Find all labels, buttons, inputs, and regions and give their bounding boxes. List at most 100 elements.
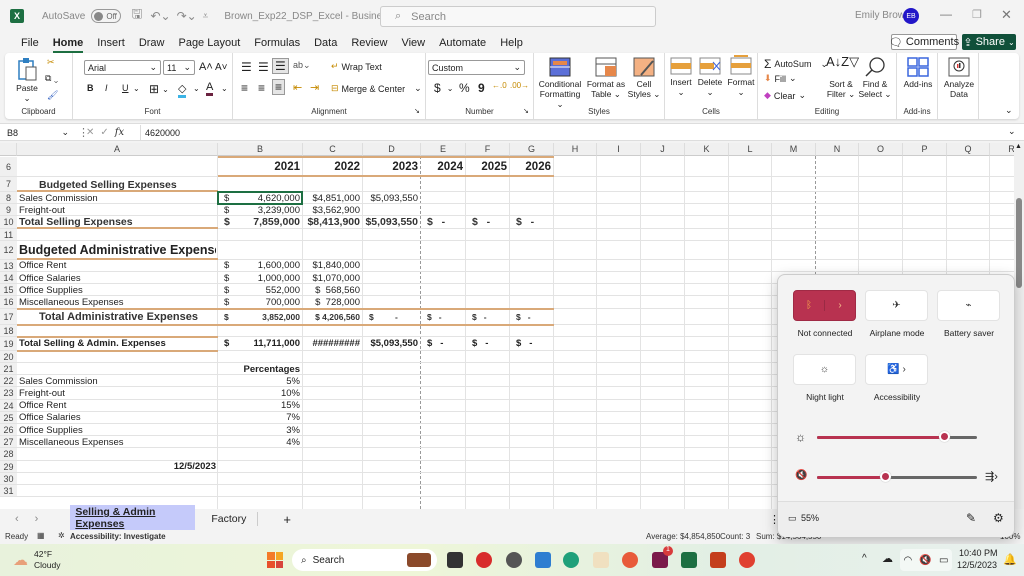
file-explorer-icon[interactable] <box>535 552 551 568</box>
cell-A23[interactable]: Freight-out <box>19 387 216 399</box>
minimize-button[interactable]: — <box>940 7 952 21</box>
row-header[interactable]: 26 <box>0 424 17 437</box>
align-left-icon[interactable]: ≡ <box>241 81 248 95</box>
wrap-text-button[interactable]: ↵ Wrap Text <box>331 61 382 72</box>
clear-button[interactable]: ◆ Clear ⌄ <box>764 90 806 101</box>
teams-icon[interactable]: 1 <box>652 546 673 568</box>
taskbar-search[interactable]: ⌕ Search <box>292 549 437 571</box>
tab-formulas[interactable]: Formulas <box>247 37 307 49</box>
cell-A19[interactable]: Total Selling & Admin. Expenses <box>19 337 216 351</box>
cell-G6[interactable]: 2026 <box>512 157 551 177</box>
cell-A17[interactable]: Total Administrative Expenses <box>39 309 236 325</box>
row-header[interactable]: 29 <box>0 460 17 473</box>
font-color-icon[interactable]: A <box>206 81 214 96</box>
task-view-icon[interactable] <box>447 552 463 568</box>
file-title[interactable]: Brown_Exp22_DSP_Excel - Business <box>224 11 392 22</box>
column-header-B[interactable]: B <box>218 143 303 156</box>
airplane-mode-tile[interactable]: ✈ <box>865 290 928 321</box>
cell-A27[interactable]: Miscellaneous Expenses <box>19 436 216 448</box>
macro-icon[interactable]: ▦ <box>37 531 45 540</box>
format-cells-button[interactable]: Format ⌄ <box>727 55 755 97</box>
row-header[interactable]: 30 <box>0 472 17 485</box>
save-icon[interactable]: 🖫 <box>131 5 142 27</box>
cell-A24[interactable]: Office Rent <box>19 400 216 412</box>
cell-E17[interactable]: $ - <box>427 309 467 325</box>
volume-mute-icon[interactable]: 🔇 <box>795 470 807 481</box>
teams-meet-icon[interactable] <box>476 552 492 568</box>
addins-button[interactable]: Add-ins <box>899 57 937 89</box>
customize-qat-icon[interactable]: ⩡ <box>203 11 209 22</box>
accessibility-status[interactable]: Accessibility: Investigate <box>70 532 166 541</box>
brightness-slider[interactable] <box>817 431 977 444</box>
decrease-font-icon[interactable]: A˅ <box>215 62 228 73</box>
row-header[interactable]: 23 <box>0 387 17 400</box>
edit-icon[interactable]: ✎ <box>966 511 976 525</box>
cancel-icon[interactable]: ✕ <box>86 127 94 138</box>
sort-filter-button[interactable]: A↓Z▽ Sort & Filter ⌄ <box>826 55 859 99</box>
search-input[interactable]: ⌕ Search <box>380 6 656 27</box>
cell-C14[interactable]: $1,070,000 <box>305 272 360 284</box>
conditional-formatting-button[interactable]: Conditional Formatting ⌄ <box>536 57 584 109</box>
row-header[interactable]: 20 <box>0 350 17 363</box>
row-header[interactable]: 10 <box>0 216 17 229</box>
column-header-C[interactable]: C <box>303 143 363 156</box>
font-size-select[interactable]: 11 ⌄ <box>163 60 195 75</box>
column-header-K[interactable]: K <box>685 143 729 156</box>
row-header[interactable]: 16 <box>0 296 17 309</box>
borders-icon[interactable]: ⊞ ⌄ <box>149 82 169 96</box>
restore-button[interactable]: ❐ <box>972 8 982 21</box>
cell-A26[interactable]: Office Supplies <box>19 424 216 436</box>
row-header[interactable]: 21 <box>0 363 17 376</box>
weather-desc[interactable]: Cloudy <box>34 560 60 570</box>
cell-C19[interactable]: ######### <box>305 337 360 351</box>
cell-A15[interactable]: Office Supplies <box>19 284 216 296</box>
accessibility-tile[interactable]: ♿ › <box>865 354 928 385</box>
cell-C13[interactable]: $1,840,000 <box>305 260 360 272</box>
align-right-icon[interactable]: ≡ <box>272 79 286 95</box>
column-header-P[interactable]: P <box>903 143 947 156</box>
cell-E19[interactable]: $ - <box>427 337 467 351</box>
volume-slider[interactable] <box>817 471 977 484</box>
row-header[interactable]: 12 <box>0 240 17 260</box>
row-header[interactable]: 27 <box>0 436 17 449</box>
cell-B8[interactable]: 4,620,000 <box>220 192 300 204</box>
tab-page-layout[interactable]: Page Layout <box>171 37 247 49</box>
cell-C6[interactable]: 2022 <box>305 157 360 177</box>
select-all-corner[interactable] <box>0 143 17 156</box>
cell-E10[interactable]: $ - <box>427 216 467 228</box>
excel-taskbar-icon[interactable] <box>681 552 697 568</box>
row-header[interactable]: 25 <box>0 411 17 424</box>
percent-button[interactable]: % <box>459 81 470 95</box>
cell-D19[interactable]: $5,093,550 <box>365 337 418 351</box>
slider-thumb[interactable] <box>879 471 891 482</box>
cell-A8[interactable]: Sales Commission <box>19 192 216 204</box>
row-header[interactable]: 11 <box>0 228 17 241</box>
cell-B14[interactable]: 1,000,000 <box>220 272 300 284</box>
sheet-tab-factory[interactable]: Factory <box>200 512 259 526</box>
increase-decimal-icon[interactable]: ←.0 <box>492 81 507 90</box>
cell-C17[interactable]: $ 4,206,560 <box>305 309 360 325</box>
expand-formula-icon[interactable]: ⌄ <box>1008 126 1016 137</box>
cell-D8[interactable]: $5,093,550 <box>365 192 418 204</box>
cell-G17[interactable]: $ - <box>516 309 555 325</box>
night-light-tile[interactable]: ☼ <box>793 354 856 385</box>
merge-center-button[interactable]: ⊟ Merge & Center ⌄ <box>331 83 422 94</box>
tab-view[interactable]: View <box>394 37 432 49</box>
cell-B6[interactable]: 2021 <box>220 157 300 177</box>
column-header-L[interactable]: L <box>729 143 772 156</box>
column-header-M[interactable]: M <box>772 143 816 156</box>
cell-B27[interactable]: 4% <box>220 436 300 448</box>
cell-A14[interactable]: Office Salaries <box>19 272 216 284</box>
share-button[interactable]: ⇪ Share ⌄ <box>962 34 1016 50</box>
tab-review[interactable]: Review <box>344 37 394 49</box>
onedrive-icon[interactable]: ☁ <box>882 552 893 565</box>
cell-D10[interactable]: $5,093,550 <box>365 216 418 228</box>
tab-file[interactable]: File <box>14 37 46 49</box>
underline-dropdown[interactable]: ⌄ <box>133 84 140 93</box>
cell-B24[interactable]: 15% <box>220 400 300 412</box>
copy-icon[interactable]: ⧉ ⌄ <box>45 73 58 84</box>
cell-B25[interactable]: 7% <box>220 412 300 424</box>
tab-draw[interactable]: Draw <box>132 37 172 49</box>
fill-button[interactable]: ⬇ Fill ⌄ <box>764 73 797 84</box>
align-bottom-icon[interactable]: ☰ <box>272 58 289 74</box>
